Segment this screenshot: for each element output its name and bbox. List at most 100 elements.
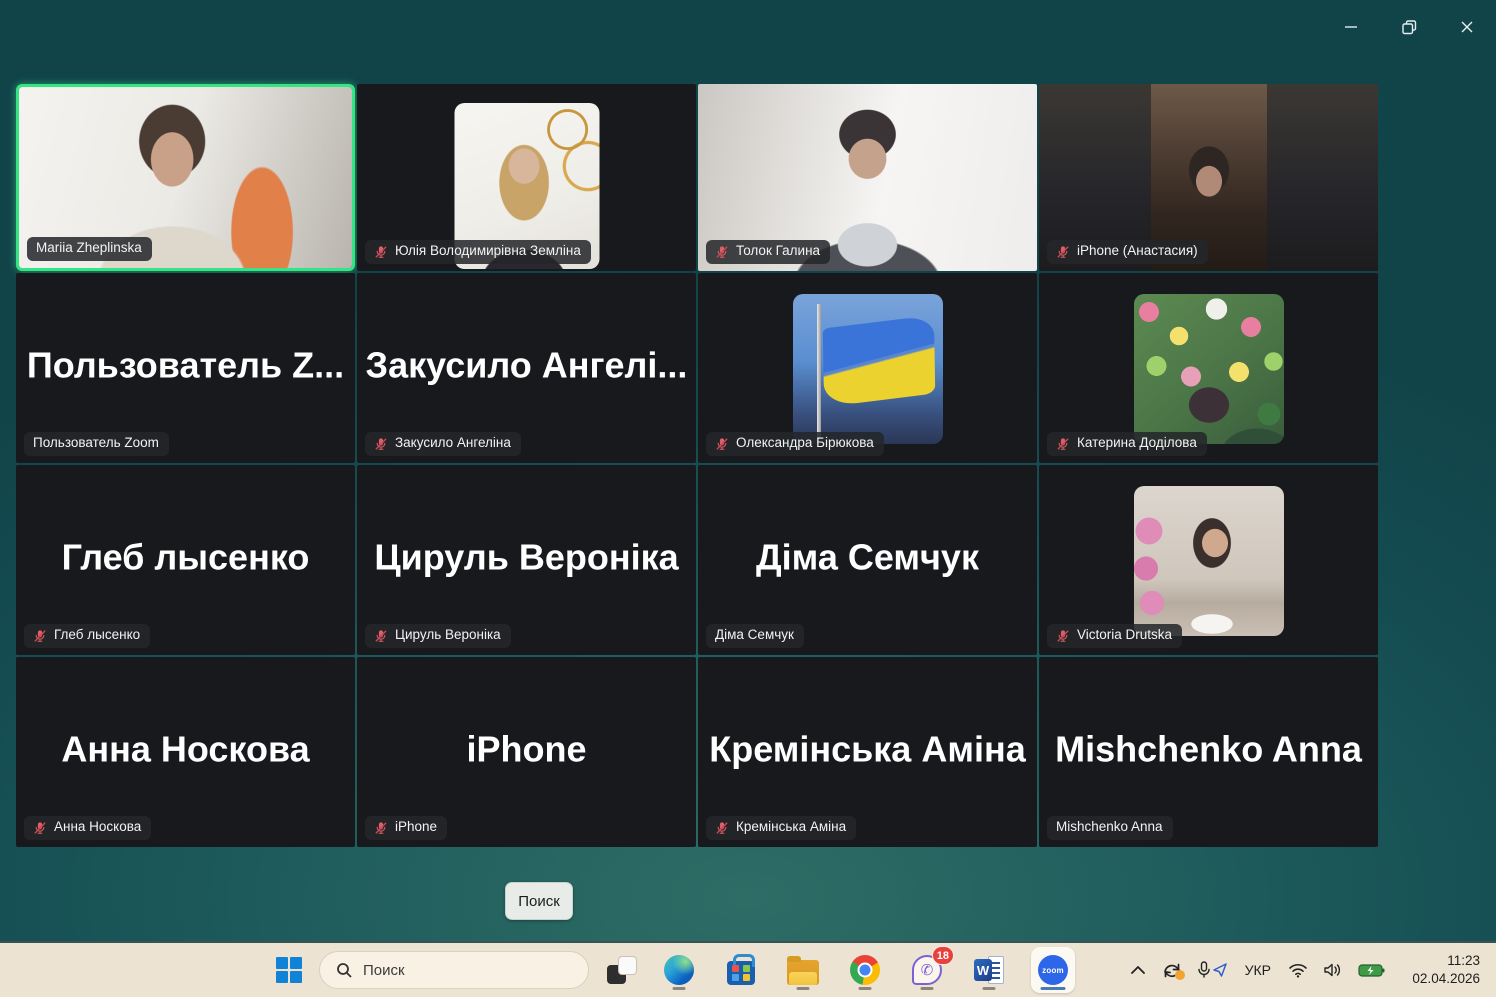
participant-tile[interactable]: iPhone iPhone bbox=[357, 657, 696, 847]
language-indicator[interactable]: УКР bbox=[1243, 962, 1273, 978]
participant-name-label: Анна Носкова bbox=[54, 819, 142, 835]
meeting-search-button[interactable]: Поиск bbox=[505, 882, 573, 920]
participant-nametag: Кремінська Аміна bbox=[706, 816, 857, 840]
muted-mic-icon bbox=[375, 629, 387, 642]
participant-tile[interactable]: Юлія Володимирівна Земліна bbox=[357, 84, 696, 271]
participant-grid: Mariia Zheplinska Юлія Володимирівна Зем… bbox=[16, 84, 1378, 847]
participant-tile[interactable]: iPhone (Анастасия) bbox=[1039, 84, 1378, 271]
running-indicator bbox=[858, 987, 872, 990]
participant-nametag: iPhone (Анастасия) bbox=[1047, 240, 1208, 264]
ukraine-flag-avatar bbox=[792, 294, 943, 444]
minimize-button[interactable] bbox=[1336, 14, 1366, 40]
window-controls bbox=[1336, 14, 1482, 40]
participant-tile[interactable]: Олександра Бірюкова bbox=[698, 273, 1037, 463]
participant-name-label: Катерина Доділова bbox=[1077, 435, 1197, 451]
tray-mic-location[interactable] bbox=[1197, 961, 1228, 979]
viber-taskbar-button[interactable]: ✆ 18 bbox=[907, 946, 954, 992]
participant-display-name: Mishchenko Anna bbox=[1055, 728, 1362, 770]
speaker-icon bbox=[1324, 963, 1340, 977]
chrome-taskbar-button[interactable] bbox=[845, 948, 885, 992]
participant-nametag: Толок Галина bbox=[706, 240, 831, 264]
wifi-status[interactable] bbox=[1288, 962, 1308, 978]
participant-tile[interactable]: Цируль Вероніка Цируль Вероніка bbox=[357, 465, 696, 655]
participant-nametag: Mariia Zheplinska bbox=[27, 237, 152, 261]
tray-time: 11:23 bbox=[1447, 953, 1480, 969]
chevron-up-icon bbox=[1130, 966, 1145, 974]
tray-sync-status[interactable] bbox=[1161, 960, 1185, 980]
zoom-icon: zoom bbox=[1038, 955, 1068, 985]
running-indicator bbox=[796, 987, 810, 990]
microsoft-store-taskbar-button[interactable] bbox=[721, 948, 761, 992]
location-in-use-icon bbox=[1212, 963, 1227, 977]
participant-nametag: Глеб лысенко bbox=[24, 624, 151, 648]
running-indicator bbox=[672, 987, 686, 990]
participant-name-label: Mishchenko Anna bbox=[1056, 819, 1163, 835]
battery-charging-icon bbox=[1358, 963, 1385, 977]
muted-mic-icon bbox=[34, 629, 46, 642]
battery-status[interactable] bbox=[1358, 963, 1385, 978]
participant-nametag: Анна Носкова bbox=[24, 816, 152, 840]
participant-display-name: Пользователь Z... bbox=[26, 344, 345, 386]
participant-avatar bbox=[1133, 486, 1284, 636]
participant-name-label: Глеб лысенко bbox=[54, 627, 141, 643]
close-button[interactable] bbox=[1452, 14, 1482, 40]
task-view-button[interactable] bbox=[605, 954, 639, 986]
sync-alert-dot bbox=[1174, 970, 1185, 980]
participant-nametag: Олександра Бірюкова bbox=[706, 432, 884, 456]
participant-tile[interactable]: Діма Семчук Діма Семчук bbox=[698, 465, 1037, 655]
participant-name-label: Mariia Zheplinska bbox=[36, 240, 142, 256]
participant-tile[interactable]: Mishchenko Anna Mishchenko Anna bbox=[1039, 657, 1378, 847]
wifi-icon bbox=[1289, 964, 1307, 978]
participant-nametag: Закусило Ангеліна bbox=[365, 432, 521, 456]
participant-nametag: Mishchenko Anna bbox=[1047, 816, 1173, 840]
volume-status[interactable] bbox=[1323, 962, 1343, 978]
participant-nametag: Катерина Доділова bbox=[1047, 432, 1207, 456]
participant-name-label: Цируль Вероніка bbox=[395, 627, 501, 643]
muted-mic-icon bbox=[1057, 629, 1069, 642]
participant-display-name: iPhone bbox=[466, 728, 587, 770]
participant-display-name: Цируль Вероніка bbox=[374, 536, 679, 578]
viber-notification-badge: 18 bbox=[931, 946, 954, 965]
participant-tile[interactable]: Кремінська Аміна Кремінська Аміна bbox=[698, 657, 1037, 847]
running-indicator bbox=[920, 987, 934, 990]
participant-tile[interactable]: Victoria Drutska bbox=[1039, 465, 1378, 655]
participant-tile[interactable]: Глеб лысенко Глеб лысенко bbox=[16, 465, 355, 655]
zoom-taskbar-button[interactable]: zoom bbox=[1031, 947, 1075, 993]
muted-mic-icon bbox=[375, 245, 387, 258]
file-explorer-taskbar-button[interactable] bbox=[783, 948, 823, 992]
word-taskbar-button[interactable]: W bbox=[969, 948, 1009, 992]
start-button[interactable] bbox=[276, 956, 303, 984]
running-indicator bbox=[982, 987, 996, 990]
participant-display-name: Закусило Ангелі... bbox=[365, 344, 688, 386]
participant-nametag: Victoria Drutska bbox=[1047, 624, 1183, 648]
muted-mic-icon bbox=[716, 245, 728, 258]
participant-tile[interactable]: Катерина Доділова bbox=[1039, 273, 1378, 463]
mic-in-use-icon bbox=[1197, 961, 1210, 978]
participant-name-label: Кремінська Аміна bbox=[736, 819, 847, 835]
muted-mic-icon bbox=[375, 821, 387, 834]
participant-tile[interactable]: Mariia Zheplinska bbox=[16, 84, 355, 271]
participant-tile[interactable]: Закусило Ангелі... Закусило Ангеліна bbox=[357, 273, 696, 463]
participant-nametag: Юлія Володимирівна Земліна bbox=[365, 240, 591, 264]
participant-nametag: iPhone bbox=[365, 816, 448, 840]
participant-display-name: Анна Носкова bbox=[61, 728, 310, 770]
edge-taskbar-button[interactable] bbox=[659, 948, 699, 992]
active-app-indicator bbox=[1040, 987, 1066, 990]
participant-tile[interactable]: Толок Галина bbox=[698, 84, 1037, 271]
muted-mic-icon bbox=[375, 437, 387, 450]
taskbar-clock[interactable]: 11:23 02.04.2026 bbox=[1400, 952, 1480, 987]
participant-display-name: Кремінська Аміна bbox=[709, 728, 1026, 770]
participant-name-label: Діма Семчук bbox=[715, 627, 794, 643]
restore-button[interactable] bbox=[1394, 14, 1424, 40]
participant-avatar bbox=[1133, 294, 1284, 444]
muted-mic-icon bbox=[716, 437, 728, 450]
participant-name-label: Олександра Бірюкова bbox=[736, 435, 874, 451]
word-icon: W bbox=[974, 955, 1004, 985]
tray-chevron-up[interactable] bbox=[1130, 965, 1146, 975]
edge-icon bbox=[664, 955, 694, 985]
search-icon bbox=[337, 962, 352, 978]
participant-tile[interactable]: Анна Носкова Анна Носкова bbox=[16, 657, 355, 847]
taskbar-search-input[interactable]: Поиск bbox=[319, 951, 589, 989]
store-icon bbox=[727, 954, 755, 985]
participant-tile[interactable]: Пользователь Z... Пользователь Zoom bbox=[16, 273, 355, 463]
